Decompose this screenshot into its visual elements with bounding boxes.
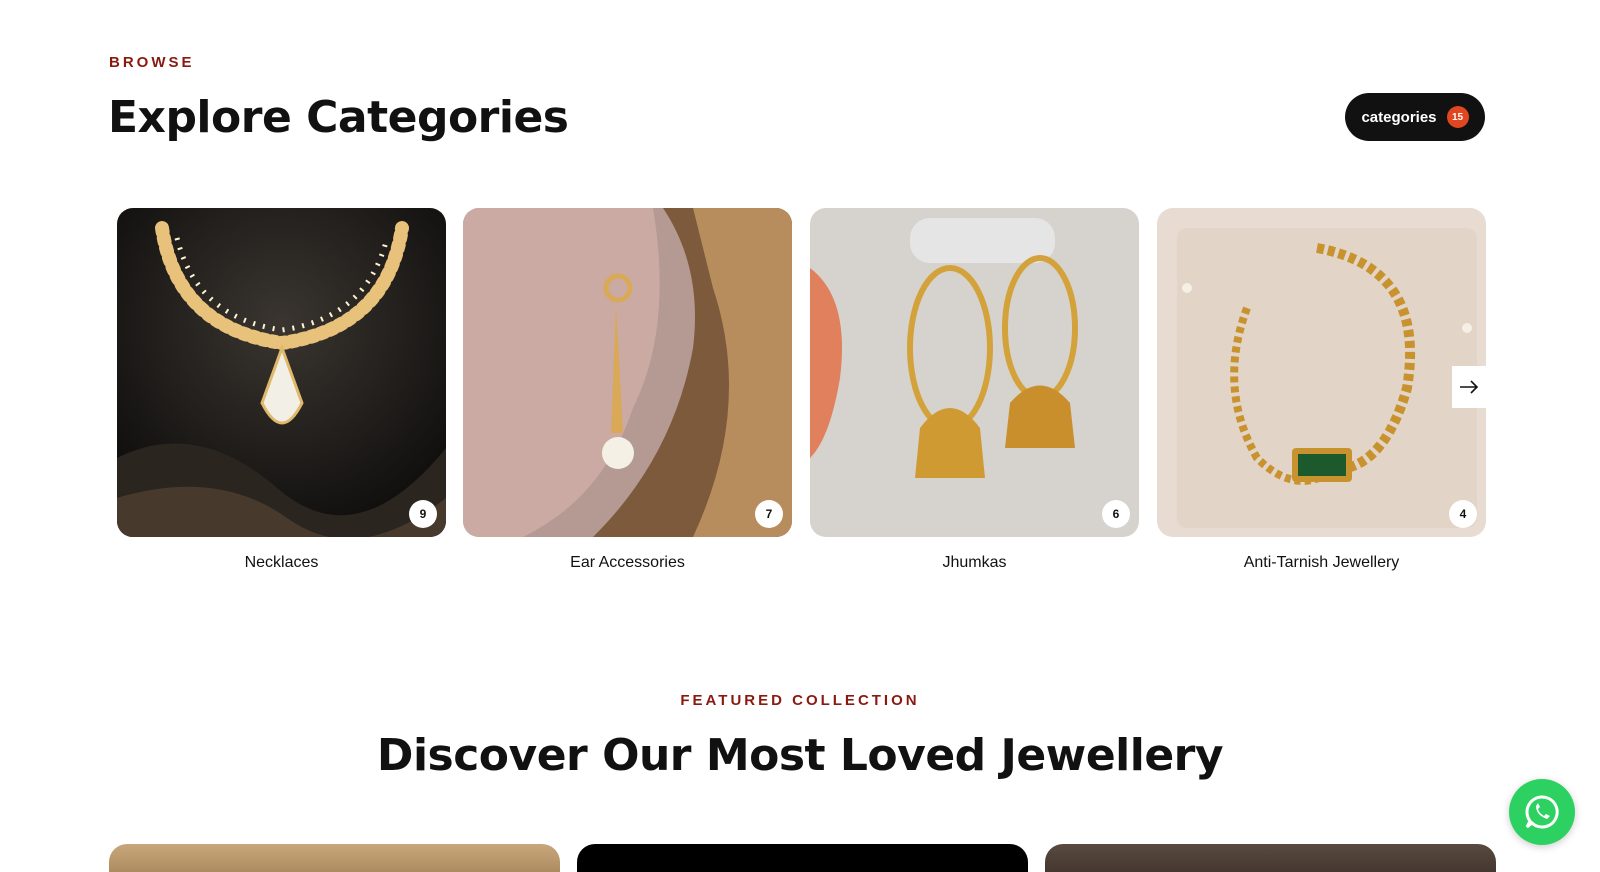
necklace-photo: 9 (117, 208, 446, 537)
category-count-badge: 6 (1102, 500, 1130, 528)
pearl-earring-photo: 7 (463, 208, 792, 537)
featured-eyebrow: FEATURED COLLECTION (680, 692, 920, 709)
category-card-necklaces[interactable]: 9 Necklaces (117, 208, 446, 572)
categories-count-badge: 15 (1446, 106, 1469, 128)
category-count-badge: 4 (1449, 500, 1477, 528)
carousel-next-button[interactable] (1452, 366, 1486, 408)
whatsapp-chat-button[interactable] (1509, 779, 1575, 845)
category-label: Anti-Tarnish Jewellery (1243, 554, 1400, 571)
category-count-badge: 7 (755, 500, 783, 528)
arrow-right-icon (1460, 380, 1479, 394)
category-label: Jhumkas (942, 554, 1007, 571)
jhumka-photo: 6 (810, 208, 1139, 537)
category-card-anti-tarnish-jewellery[interactable]: 4 Anti-Tarnish Jewellery (1157, 208, 1486, 572)
category-label: Ear Accessories (570, 554, 685, 571)
categories-button[interactable]: categories 15 (1345, 93, 1485, 141)
categories-button-label: categories (1361, 108, 1437, 126)
category-card-ear-accessories[interactable]: 7 Ear Accessories (463, 208, 792, 572)
featured-product-card[interactable] (1045, 844, 1496, 872)
category-label: Necklaces (244, 554, 319, 571)
bracelet-photo: 4 (1157, 208, 1486, 537)
whatsapp-icon (1525, 795, 1559, 829)
category-count-badge: 9 (409, 500, 437, 528)
category-carousel: 9 Necklaces 7 Ear Accessories 6 Jhumkas … (117, 208, 1486, 578)
featured-title: Discover Our Most Loved Jewellery (376, 730, 1224, 781)
browse-eyebrow: BROWSE (109, 54, 195, 71)
featured-product-card[interactable] (577, 844, 1028, 872)
category-card-jhumkas[interactable]: 6 Jhumkas (810, 208, 1139, 572)
featured-product-card[interactable] (109, 844, 560, 872)
explore-categories-title: Explore Categories (108, 92, 569, 143)
